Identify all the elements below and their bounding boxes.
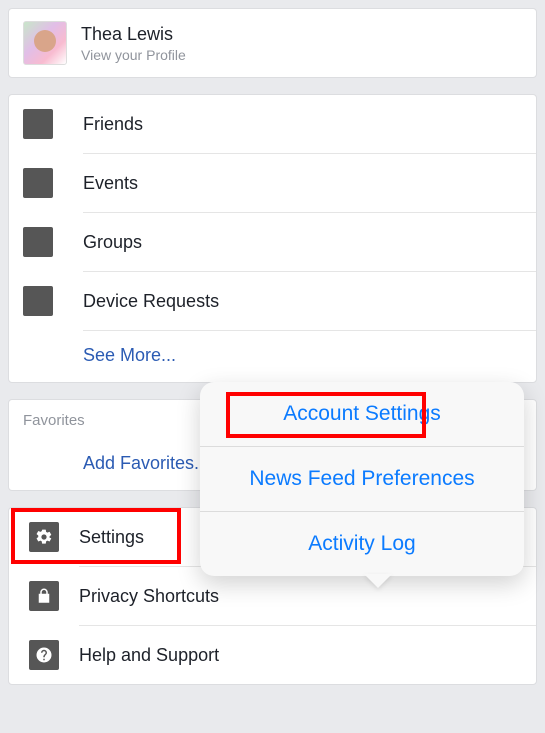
- profile-card: Thea Lewis View your Profile: [8, 8, 537, 78]
- popover-item-activity-log[interactable]: Activity Log: [200, 512, 524, 576]
- profile-row[interactable]: Thea Lewis View your Profile: [9, 9, 536, 77]
- help-icon: [29, 640, 59, 670]
- menu-item-label: Help and Support: [79, 645, 219, 666]
- avatar: [23, 21, 67, 65]
- placeholder-icon: [23, 227, 53, 257]
- placeholder-icon: [23, 109, 53, 139]
- gear-icon: [29, 522, 59, 552]
- popover-tail: [364, 574, 392, 588]
- menu-item-groups[interactable]: Groups: [9, 213, 536, 271]
- profile-text: Thea Lewis View your Profile: [81, 24, 186, 63]
- menu-item-label: Groups: [83, 232, 142, 253]
- popover-item-label: Activity Log: [308, 532, 415, 555]
- menu-item-events[interactable]: Events: [9, 154, 536, 212]
- popover-item-news-feed-preferences[interactable]: News Feed Preferences: [200, 447, 524, 511]
- menu-item-label: Device Requests: [83, 291, 219, 312]
- see-more-label: See More...: [83, 345, 176, 365]
- menu-item-friends[interactable]: Friends: [9, 95, 536, 153]
- menu-item-label: Privacy Shortcuts: [79, 586, 219, 607]
- menu-item-label: Friends: [83, 114, 143, 135]
- placeholder-icon: [23, 286, 53, 316]
- see-more-link[interactable]: See More...: [9, 331, 536, 382]
- popover-item-label: News Feed Preferences: [249, 467, 474, 490]
- menu-item-label: Settings: [79, 527, 144, 548]
- lock-icon: [29, 581, 59, 611]
- menu-item-help-support[interactable]: Help and Support: [9, 626, 536, 684]
- popover-item-label: Account Settings: [283, 402, 441, 425]
- settings-popover: Account Settings News Feed Preferences A…: [200, 382, 524, 576]
- profile-name: Thea Lewis: [81, 24, 186, 45]
- placeholder-icon: [23, 168, 53, 198]
- menu-item-device-requests[interactable]: Device Requests: [9, 272, 536, 330]
- main-menu-card: Friends Events Groups Device Requests Se…: [8, 94, 537, 383]
- profile-sub: View your Profile: [81, 47, 186, 63]
- menu-item-label: Events: [83, 173, 138, 194]
- main-menu-list: Friends Events Groups Device Requests Se…: [9, 95, 536, 382]
- popover-item-account-settings[interactable]: Account Settings: [200, 382, 524, 446]
- add-favorites-label: Add Favorites...: [83, 453, 209, 473]
